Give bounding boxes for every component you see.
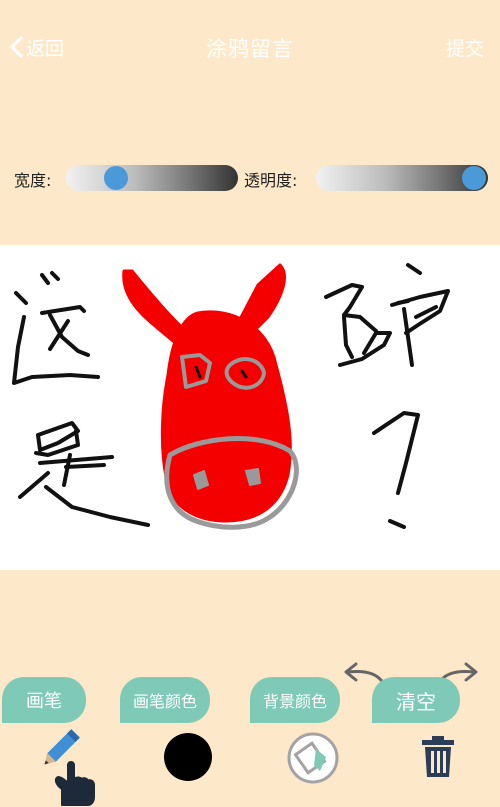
pencil-icon — [44, 729, 95, 806]
handwritten-character-shi — [18, 421, 150, 527]
opacity-slider-thumb[interactable] — [462, 166, 486, 190]
width-slider[interactable] — [66, 165, 238, 191]
background-color-button[interactable]: 背景颜色 — [248, 677, 348, 807]
opacity-slider[interactable] — [316, 165, 488, 191]
handwritten-question-mark — [372, 411, 420, 529]
drawing-canvas[interactable] — [0, 245, 500, 570]
opacity-label: 透明度: — [244, 171, 298, 190]
handwritten-character-zhe — [12, 271, 100, 385]
handwritten-character-lv — [324, 263, 450, 367]
navigation-bar: 返回 涂鸦留言 提交 — [0, 0, 500, 90]
clear-button[interactable]: 清空 — [370, 677, 470, 807]
slider-row: 宽度: 透明度: — [0, 163, 500, 193]
clear-label: 清空 — [372, 677, 460, 723]
width-slider-thumb[interactable] — [104, 166, 128, 190]
pen-tool-label: 画笔 — [2, 677, 86, 723]
pen-color-button[interactable]: 画笔颜色 — [118, 677, 228, 807]
donkey-head-drawing — [122, 263, 299, 530]
trash-icon — [422, 736, 454, 777]
page-title: 涂鸦留言 — [206, 37, 294, 61]
drawing-strokes — [12, 263, 450, 530]
width-label: 宽度: — [14, 171, 52, 190]
pen-color-swatch — [164, 733, 212, 781]
pen-tool-button[interactable]: 画笔 — [0, 677, 100, 807]
paint-bucket-icon — [287, 732, 339, 784]
submit-button[interactable]: 提交 — [446, 34, 484, 61]
background-color-label: 背景颜色 — [250, 677, 340, 723]
pen-color-label: 画笔颜色 — [120, 677, 210, 723]
